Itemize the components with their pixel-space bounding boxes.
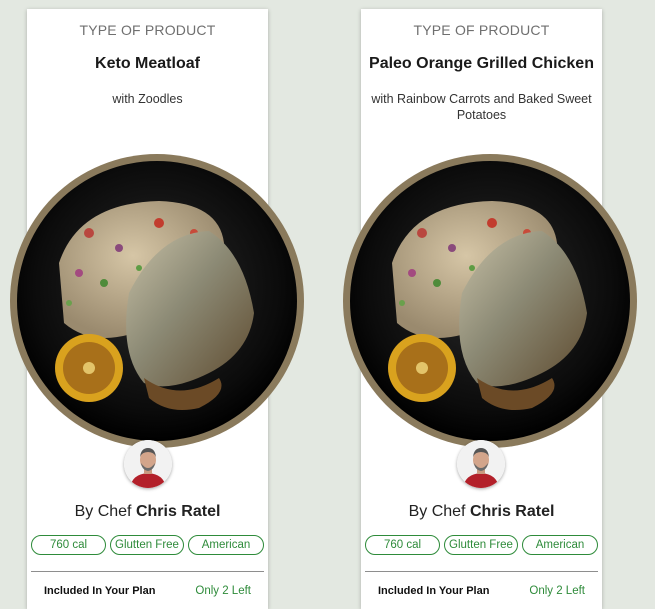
tag-list: 760 cal Glutten Free American xyxy=(31,535,264,555)
meal-image[interactable] xyxy=(342,153,638,449)
stock-label: Only 2 Left xyxy=(529,585,585,597)
tag-calories[interactable]: 760 cal xyxy=(365,535,440,555)
product-type-label: TYPE OF PRODUCT xyxy=(79,22,216,38)
chef-avatar[interactable] xyxy=(457,440,505,488)
product-subtitle: with Zoodles xyxy=(112,92,183,106)
divider xyxy=(31,571,264,572)
chef-portrait-icon xyxy=(457,440,505,488)
chef-byline: By Chef Chris Ratel xyxy=(27,503,268,521)
chef-prefix: By Chef xyxy=(408,503,466,520)
tag-cuisine[interactable]: American xyxy=(522,535,598,555)
chef-portrait-icon xyxy=(124,440,172,488)
product-title[interactable]: Paleo Orange Grilled Chicken xyxy=(367,55,596,73)
tag-gluten-free[interactable]: Glutten Free xyxy=(110,535,184,555)
plan-label: Included In Your Plan xyxy=(44,585,156,597)
divider xyxy=(365,571,598,572)
chef-byline: By Chef Chris Ratel xyxy=(361,503,602,521)
tag-calories[interactable]: 760 cal xyxy=(31,535,106,555)
product-title[interactable]: Keto Meatloaf xyxy=(33,55,262,73)
chef-name[interactable]: Chris Ratel xyxy=(136,503,220,520)
plan-label: Included In Your Plan xyxy=(378,585,490,597)
tag-list: 760 cal Glutten Free American xyxy=(365,535,598,555)
product-subtitle: with Rainbow Carrots and Baked Sweet Pot… xyxy=(371,92,592,122)
product-type-label: TYPE OF PRODUCT xyxy=(413,22,550,38)
chef-prefix: By Chef xyxy=(74,503,132,520)
chef-name[interactable]: Chris Ratel xyxy=(470,503,554,520)
tag-cuisine[interactable]: American xyxy=(188,535,264,555)
chef-avatar[interactable] xyxy=(124,440,172,488)
tag-gluten-free[interactable]: Glutten Free xyxy=(444,535,518,555)
stock-label: Only 2 Left xyxy=(195,585,251,597)
meal-image[interactable] xyxy=(9,153,305,449)
